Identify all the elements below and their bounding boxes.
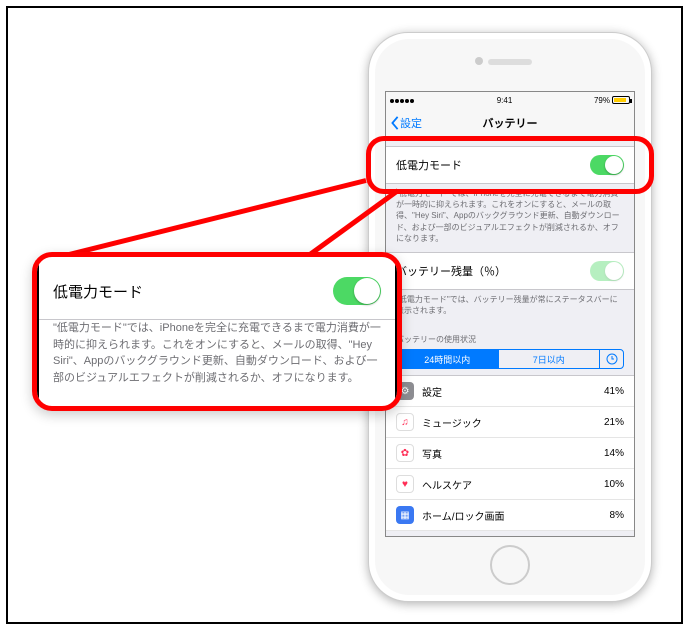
usage-row[interactable]: ⚙設定41% (386, 375, 634, 407)
navigation-bar: 設定 バッテリー (386, 108, 634, 138)
home-button[interactable] (490, 545, 530, 585)
usage-row[interactable]: ♫ ミュージック 21% (386, 407, 634, 438)
phone-speaker (488, 59, 532, 65)
document-frame: 9:41 79% 設定 バッテリー 低電力モード (6, 6, 683, 624)
app-name: 写真 (422, 446, 442, 461)
callout-low-power-label: 低電力モード (53, 281, 143, 302)
usage-percentage: 10% (604, 479, 624, 490)
app-icon: ♫ (396, 413, 414, 431)
low-power-mode-description: "低電力モード"では、iPhoneを完全に充電できるまで電力消費が一時的に抑えら… (386, 184, 634, 252)
usage-percentage: 41% (604, 386, 624, 397)
callout-enlarged-view: 低電力モード "低電力モード"では、iPhoneを完全に充電できるまで電力消費が… (32, 252, 402, 411)
app-name: 設定 (422, 384, 442, 399)
battery-percentage-cell[interactable]: バッテリー残量（％） (386, 252, 634, 290)
app-name: ヘルスケア (422, 477, 472, 492)
usage-time-range-segmented[interactable]: 24時間以内 7日以内 (396, 349, 624, 369)
battery-percentage-description: "低電力モード"では、バッテリー残量が常にステータスバーに表示されます。 (386, 290, 634, 324)
usage-percentage: 14% (604, 448, 624, 459)
app-icon: ▦ (396, 506, 414, 524)
signal-strength-icon (390, 96, 415, 105)
battery-icon (612, 96, 630, 104)
usage-section-header: バッテリーの使用状況 (386, 324, 634, 349)
segment-24h[interactable]: 24時間以内 (397, 350, 498, 368)
usage-row[interactable]: ♥ ヘルスケア 10% (386, 469, 634, 500)
segment-7d[interactable]: 7日以内 (498, 350, 600, 368)
page-title: バッテリー (386, 115, 634, 131)
battery-percentage: 79% (594, 96, 610, 105)
phone-screen: 9:41 79% 設定 バッテリー 低電力モード (385, 91, 635, 537)
app-icon: ♥ (396, 475, 414, 493)
usage-percentage: 21% (604, 417, 624, 428)
usage-row[interactable]: ▦ ホーム/ロック画面 8% (386, 500, 634, 531)
callout-low-power-cell[interactable]: 低電力モード (39, 263, 395, 320)
clock-icon (606, 353, 618, 365)
low-power-mode-cell[interactable]: 低電力モード (386, 146, 634, 184)
segment-clock[interactable] (599, 350, 623, 368)
app-icon: ✿ (396, 444, 414, 462)
app-name: ホーム/ロック画面 (422, 508, 504, 523)
usage-percentage: 8% (610, 510, 624, 521)
status-time: 9:41 (497, 96, 513, 105)
callout-low-power-toggle[interactable] (333, 277, 381, 305)
battery-percentage-toggle[interactable] (590, 261, 624, 281)
app-name: ミュージック (422, 415, 482, 430)
iphone-device-frame: 9:41 79% 設定 バッテリー 低電力モード (368, 32, 652, 602)
callout-low-power-description: "低電力モード"では、iPhoneを完全に充電できるまで電力消費が一時的に抑えら… (39, 320, 395, 400)
low-power-mode-toggle[interactable] (590, 155, 624, 175)
usage-row[interactable]: ✿ 写真 14% (386, 438, 634, 469)
low-power-mode-label: 低電力モード (396, 157, 462, 173)
phone-camera (475, 57, 483, 65)
battery-percentage-label: バッテリー残量（％） (396, 263, 506, 279)
status-bar: 9:41 79% (386, 92, 634, 108)
